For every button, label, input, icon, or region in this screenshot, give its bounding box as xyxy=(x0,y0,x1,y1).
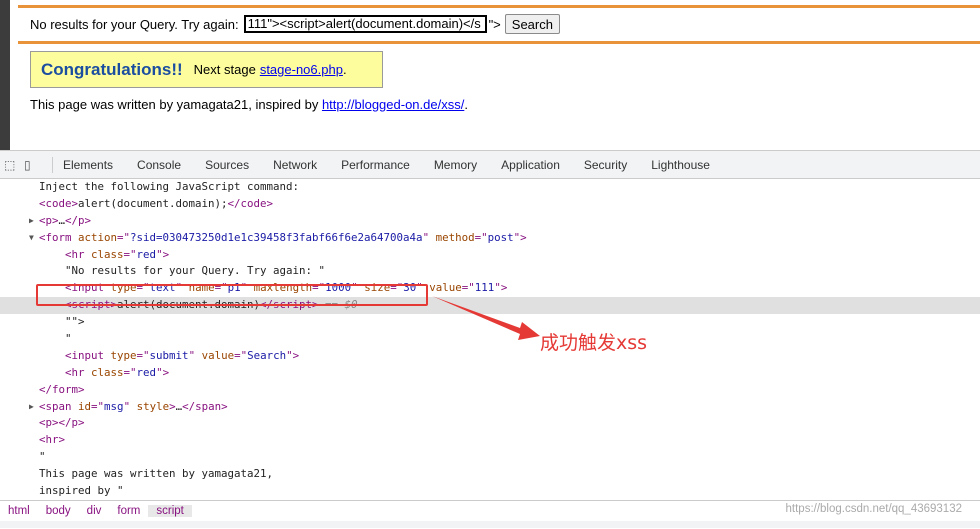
dom-node-markup: </form> xyxy=(39,382,85,396)
dom-node[interactable]: <hr class="red"> xyxy=(0,365,980,382)
tab-console[interactable]: Console xyxy=(137,158,181,172)
query-input[interactable]: 111"><script>alert(document.domain)</s xyxy=(243,15,487,33)
tab-lighthouse[interactable]: Lighthouse xyxy=(651,158,710,172)
dom-node-markup: This page was written by yamagata21, xyxy=(39,467,274,481)
highlight-box xyxy=(36,284,428,306)
collapse-triangle-icon[interactable]: ▼ xyxy=(29,230,34,247)
dom-node-markup: " xyxy=(65,332,72,346)
tab-elements[interactable]: Elements xyxy=(63,158,113,172)
window-left-edge xyxy=(0,0,10,150)
expand-triangle-icon[interactable]: ▶ xyxy=(29,213,34,230)
dom-node[interactable]: ▶ <span id="msg" style>…</span> xyxy=(0,399,980,416)
dom-node[interactable]: <hr class="red"> xyxy=(0,247,980,264)
device-toolbar-icon[interactable]: ▯ xyxy=(24,158,40,172)
breadcrumb-div[interactable]: div xyxy=(79,505,110,517)
tab-security[interactable]: Security xyxy=(584,158,627,172)
query-row: No results for your Query. Try again: 11… xyxy=(30,14,560,34)
dom-node-markup: <code>alert(document.domain);</code> xyxy=(39,196,274,210)
dom-node-markup: <p></p> xyxy=(39,416,85,430)
expand-triangle-icon[interactable]: ▶ xyxy=(29,399,34,416)
dom-node[interactable]: <hr> xyxy=(0,432,980,449)
dom-node-markup: inspired by " xyxy=(39,484,124,498)
dom-node-markup: " xyxy=(39,450,46,464)
breadcrumb-html[interactable]: html xyxy=(0,505,38,517)
tab-performance[interactable]: Performance xyxy=(341,158,410,172)
query-label: No results for your Query. Try again: xyxy=(30,16,239,32)
dom-node-markup: <input type="submit" value="Search"> xyxy=(65,348,300,362)
breadcrumb-body[interactable]: body xyxy=(38,505,79,517)
annotation-text: 成功触发xss xyxy=(540,332,648,354)
devtools-tabs: Elements Console Sources Network Performance… xyxy=(63,158,734,172)
red-divider-bottom xyxy=(18,41,980,44)
dom-node[interactable]: "No results for your Query. Try again: " xyxy=(0,263,980,280)
congrats-heading: Congratulations!! xyxy=(41,59,183,79)
tab-network[interactable]: Network xyxy=(273,158,317,172)
dom-node[interactable]: </form> xyxy=(0,382,980,399)
dom-node-markup: <span id="msg" style>…</span> xyxy=(39,399,228,413)
dom-node-markup: Inject the following JavaScript command: xyxy=(39,180,300,193)
dom-node[interactable]: ▶ <p>…</p> xyxy=(0,213,980,230)
bottom-bar xyxy=(0,521,980,528)
congrats-period: . xyxy=(342,62,347,77)
credit-link[interactable]: http://blogged-on.de/xss/ xyxy=(322,97,464,112)
dom-node[interactable]: <code>alert(document.domain);</code> xyxy=(0,196,980,213)
inspect-icon[interactable]: ⬚ xyxy=(4,158,20,172)
dom-node[interactable]: inspired by " xyxy=(0,483,980,500)
next-stage-link[interactable]: stage-no6.php xyxy=(260,62,343,77)
dom-node-markup: <p>…</p> xyxy=(39,213,92,227)
tabbar-separator xyxy=(52,156,53,173)
next-stage-label: Next stage xyxy=(193,62,256,77)
dom-node-markup: <hr> xyxy=(39,433,66,447)
annotation-arrow xyxy=(432,296,540,340)
devtools-tabbar: ⬚ ▯ Elements Console Sources Network Perform… xyxy=(0,151,980,179)
breadcrumb-script[interactable]: script xyxy=(148,505,192,517)
credit-line: This page was written by yamagata21, ins… xyxy=(30,97,468,112)
tab-application[interactable]: Application xyxy=(501,158,560,172)
dom-node-markup: <hr class="red"> xyxy=(65,365,170,379)
dom-node-markup: <form action="?sid=030473250d1e1c39458f3… xyxy=(39,230,527,244)
credit-period: . xyxy=(464,97,468,112)
watermark: https://blog.csdn.net/qq_43693132 xyxy=(785,503,962,515)
breadcrumb-form[interactable]: form xyxy=(109,505,148,517)
congrats-box: Congratulations!! Next stage stage-no6.p… xyxy=(30,51,383,88)
credit-text: This page was written by yamagata21, ins… xyxy=(30,97,319,112)
dom-node[interactable]: <p></p> xyxy=(0,415,980,432)
red-divider-top xyxy=(18,5,980,8)
dom-node-markup: ""> xyxy=(65,315,85,329)
dom-node[interactable]: This page was written by yamagata21, xyxy=(0,466,980,483)
dom-node-markup: "No results for your Query. Try again: " xyxy=(65,264,326,278)
dom-node[interactable]: " xyxy=(0,449,980,466)
dom-node[interactable]: Inject the following JavaScript command: xyxy=(0,179,980,196)
dom-node-markup: <hr class="red"> xyxy=(65,247,170,261)
dom-node[interactable]: ▼ <form action="?sid=030473250d1e1c39458f… xyxy=(0,230,980,247)
tab-sources[interactable]: Sources xyxy=(205,158,249,172)
search-button[interactable]: Search xyxy=(504,14,560,34)
tab-memory[interactable]: Memory xyxy=(434,158,477,172)
query-tail: "> xyxy=(488,16,501,32)
